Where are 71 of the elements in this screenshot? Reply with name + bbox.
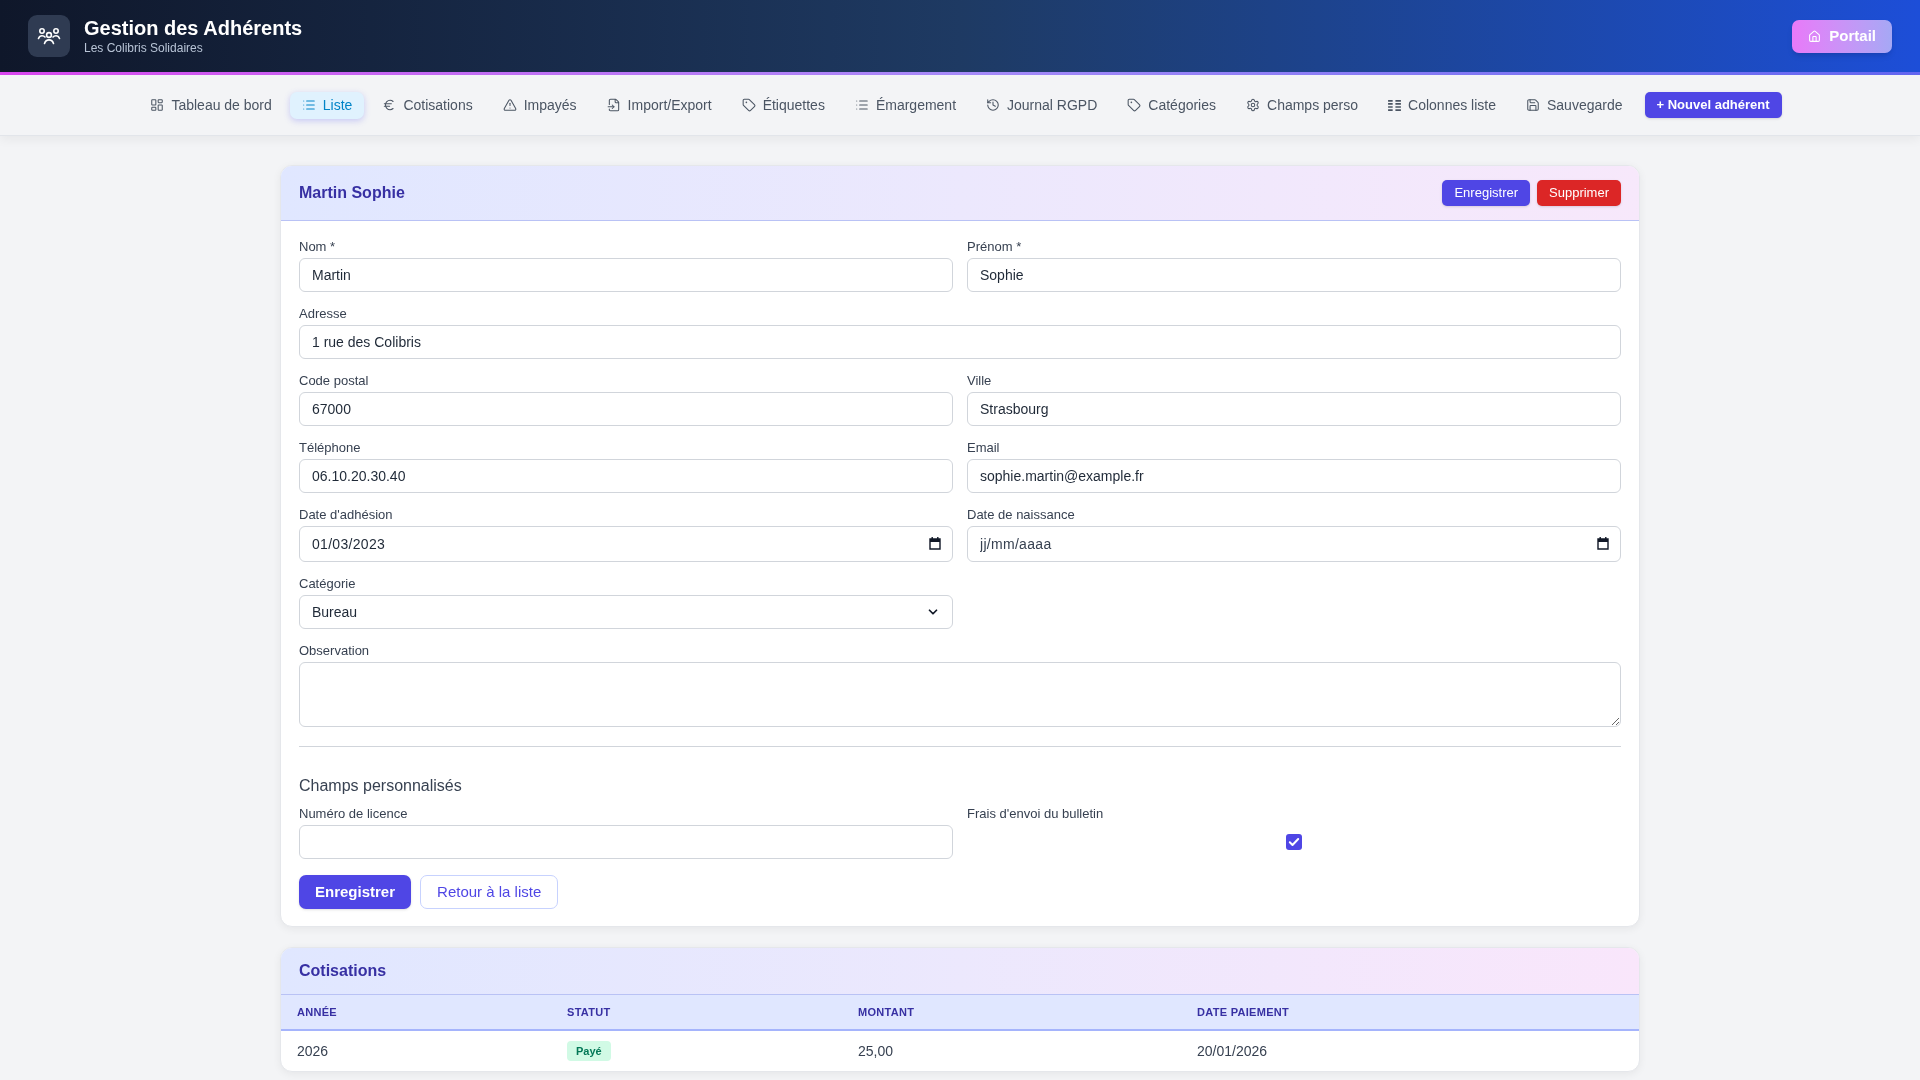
delete-button[interactable]: Supprimer bbox=[1537, 180, 1621, 206]
select-dropdown[interactable]: Bureau bbox=[299, 595, 953, 629]
calendar-icon[interactable] bbox=[1597, 537, 1609, 550]
nav-tab[interactable]: Catégories bbox=[1115, 91, 1228, 119]
column-header: STATUT bbox=[567, 1004, 611, 1020]
field-label: Ville bbox=[967, 373, 993, 389]
text-input[interactable]: Martin bbox=[299, 258, 953, 292]
warning-icon bbox=[502, 98, 517, 112]
calendar-icon[interactable] bbox=[929, 537, 941, 550]
text-input[interactable]: Sophie bbox=[967, 258, 1621, 292]
nav-tab[interactable]: Import/Export bbox=[594, 91, 724, 119]
field-label: Frais d'envoi du bulletin bbox=[967, 806, 1105, 822]
checkbox[interactable] bbox=[1286, 834, 1302, 850]
history-icon bbox=[986, 98, 1001, 112]
field-label: Date de naissance bbox=[967, 507, 1076, 523]
nav-tab[interactable]: Cotisations bbox=[370, 91, 485, 119]
text-input[interactable]: 06.10.20.30.40 bbox=[299, 459, 953, 493]
date-input[interactable]: jj/mm/aaaa bbox=[967, 526, 1621, 562]
text-input[interactable]: Strasbourg bbox=[967, 392, 1621, 426]
column-header: MONTANT bbox=[858, 1004, 915, 1020]
column-header: ANNÉE bbox=[297, 1004, 337, 1020]
tag-icon bbox=[741, 98, 756, 112]
nav-tab[interactable]: Champs perso bbox=[1234, 91, 1371, 119]
new-member-button[interactable]: + Nouvel adhérent bbox=[1644, 92, 1782, 118]
field-label: Numéro de licence bbox=[299, 806, 409, 822]
list-icon bbox=[854, 98, 869, 112]
people-icon bbox=[28, 15, 70, 57]
date-input[interactable]: 01/03/2023 bbox=[299, 526, 953, 562]
field-label: Nom * bbox=[299, 239, 337, 255]
file-arrow-icon bbox=[606, 98, 621, 112]
nav-tab[interactable]: Impayés bbox=[490, 91, 589, 119]
organization-name: Les Colibris Solidaires bbox=[84, 40, 204, 56]
back-to-list-button[interactable]: Retour à la liste bbox=[420, 875, 559, 909]
euro-icon bbox=[382, 98, 397, 112]
tag-icon bbox=[1127, 98, 1142, 112]
text-input[interactable]: sophie.martin@example.fr bbox=[967, 459, 1621, 493]
card-title: Martin Sophie bbox=[299, 183, 405, 203]
save-button[interactable]: Enregistrer bbox=[1442, 180, 1531, 206]
columns-icon bbox=[1388, 99, 1402, 111]
nav-tab[interactable]: Tableau de bord bbox=[138, 91, 284, 119]
nav-tab[interactable]: Étiquettes bbox=[729, 91, 837, 119]
field-label: Catégorie bbox=[299, 576, 357, 592]
section-title: Champs personnalisés bbox=[299, 776, 463, 796]
field-label: Date d'adhésion bbox=[299, 507, 394, 523]
list-icon bbox=[301, 98, 316, 112]
nav-tab[interactable]: Journal RGPD bbox=[974, 91, 1110, 119]
nav-tab[interactable]: Colonnes liste bbox=[1376, 91, 1508, 119]
nav-tab[interactable]: Sauvegarde bbox=[1514, 91, 1635, 119]
field-label: Prénom * bbox=[967, 239, 1023, 255]
nav-tab[interactable]: Liste bbox=[289, 91, 365, 119]
field-label: Observation bbox=[299, 643, 371, 659]
nav-tab[interactable]: Émargement bbox=[842, 91, 969, 119]
home-icon bbox=[1808, 29, 1822, 43]
text-input[interactable]: 67000 bbox=[299, 392, 953, 426]
card-title: Cotisations bbox=[299, 961, 387, 981]
field-label: Adresse bbox=[299, 306, 348, 322]
textarea-input[interactable] bbox=[299, 662, 1621, 727]
app-title: Gestion des Adhérents bbox=[84, 16, 303, 40]
save-button[interactable]: Enregistrer bbox=[299, 875, 412, 909]
column-header: DATE PAIEMENT bbox=[1197, 1004, 1290, 1020]
table-cell-text: 2026 bbox=[297, 1041, 329, 1061]
dashboard-icon bbox=[150, 98, 165, 112]
settings-icon bbox=[1246, 98, 1260, 112]
table-cell-text: 25,00 bbox=[858, 1041, 894, 1061]
table-cell-text: 20/01/2026 bbox=[1197, 1041, 1268, 1061]
text-input[interactable] bbox=[299, 825, 953, 859]
field-label: Téléphone bbox=[299, 440, 362, 456]
status-badge: Payé bbox=[567, 1040, 611, 1062]
field-label: Code postal bbox=[299, 373, 370, 389]
field-label: Email bbox=[967, 440, 1001, 456]
text-input[interactable]: 1 rue des Colibris bbox=[299, 325, 1621, 359]
